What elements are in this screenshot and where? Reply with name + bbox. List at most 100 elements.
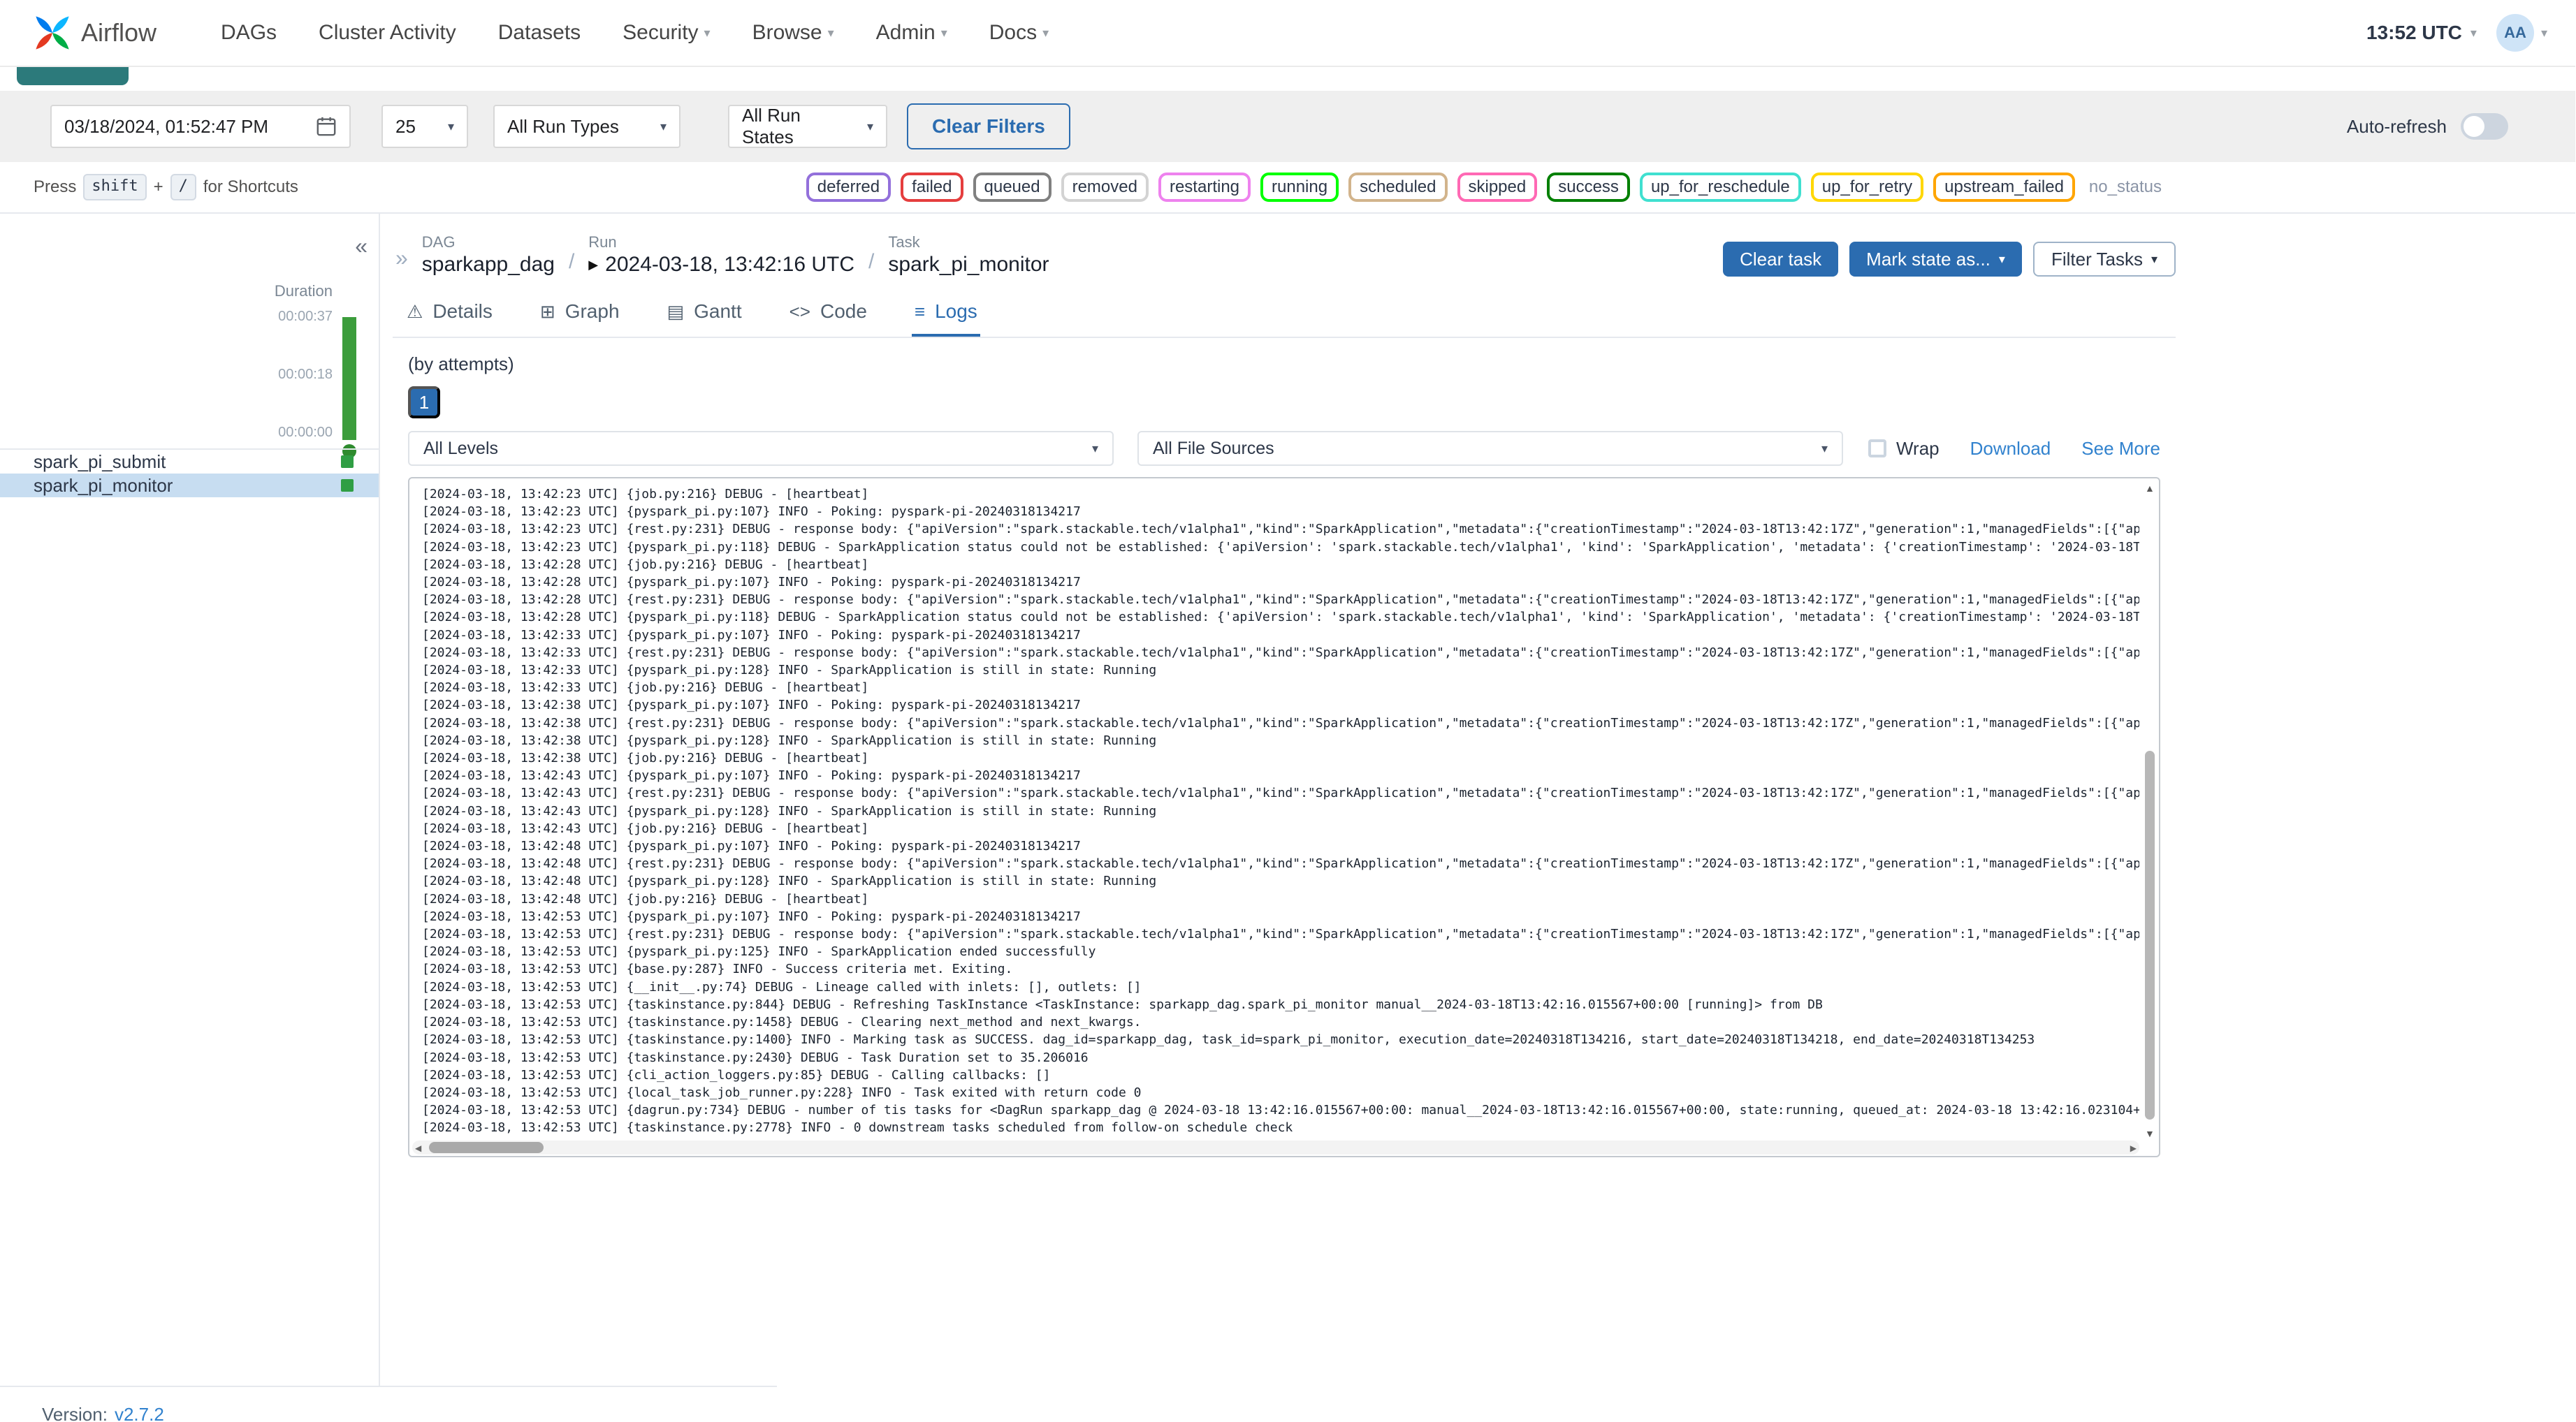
clear-task-button[interactable]: Clear task (1723, 242, 1839, 277)
auto-refresh-toggle[interactable] (2461, 113, 2508, 140)
duration-tick: 00:00:37 (278, 309, 333, 324)
nav-item-dags[interactable]: DAGs ▾ (221, 21, 277, 45)
download-link[interactable]: Download (1970, 438, 2051, 460)
grid-side-panel: « Duration 00:00:37 00:00:18 00:00:00 spar… (0, 214, 380, 1386)
run-name: 2024-03-18, 13:42:16 UTC (605, 253, 855, 276)
tab-graph[interactable]: ⊞ Graph (537, 295, 623, 337)
log-line: [2024-03-18, 13:42:28 UTC] {job.py:216} … (422, 557, 869, 572)
main-menu: DAGs ▾ Cluster Activity ▾ Datasets ▾ Sec… (221, 21, 1049, 45)
log-line: [2024-03-18, 13:42:43 UTC] {pyspark_pi.p… (422, 768, 1081, 784)
duration-label: Duration (274, 282, 333, 300)
brand[interactable]: Airflow (34, 14, 157, 52)
clock-menu[interactable]: 13:52 UTC ▾ (2366, 22, 2477, 44)
duration-axis: 00:00:37 00:00:18 00:00:00 (278, 309, 333, 441)
breadcrumb-dag: DAG sparkapp_dag (422, 233, 555, 277)
brand-name: Airflow (81, 18, 157, 47)
filter-tasks-button[interactable]: Filter Tasks ▾ (2032, 242, 2176, 277)
log-line: [2024-03-18, 13:42:53 UTC] {taskinstance… (422, 1120, 1293, 1136)
shortcuts-hint: Press shift + / for Shortcuts (34, 174, 298, 200)
tab-logs[interactable]: ≡ Logs (911, 295, 980, 337)
dag-pause-toggle-partial[interactable] (17, 67, 129, 85)
plus-text: + (153, 177, 163, 196)
scroll-right-icon[interactable]: ▶ (2130, 1143, 2137, 1153)
vertical-scroll-thumb[interactable] (2145, 751, 2155, 1120)
legend-success[interactable]: success (1547, 173, 1630, 202)
duration-tick: 00:00:00 (278, 425, 333, 440)
log-line: [2024-03-18, 13:42:53 UTC] {taskinstance… (422, 1050, 1089, 1065)
version-label: Version: (42, 1404, 108, 1422)
log-level-select[interactable]: All Levels ▾ (408, 431, 1114, 466)
navbar-right: 13:52 UTC ▾ AA ▾ (2366, 14, 2547, 52)
task-link[interactable]: spark_pi_monitor (888, 253, 1049, 277)
run-link[interactable]: ▶ 2024-03-18, 13:42:16 UTC (588, 253, 854, 277)
legend-upstream_failed[interactable]: upstream_failed (1933, 173, 2075, 202)
breadcrumb: » DAG sparkapp_dag / Run ▶ 2024-03-18, 1… (395, 233, 1049, 277)
legend-queued[interactable]: queued (973, 173, 1051, 202)
task-label: Task (888, 233, 920, 251)
run-states-select[interactable]: All Run States ▾ (728, 105, 887, 148)
attempt-1-button[interactable]: 1 (408, 386, 440, 418)
nav-item-docs[interactable]: Docs ▾ (989, 21, 1049, 45)
horizontal-scroll-thumb[interactable] (429, 1142, 544, 1153)
legend-up_for_retry[interactable]: up_for_retry (1810, 173, 1924, 202)
nav-item-browse[interactable]: Browse ▾ (752, 21, 834, 45)
chevron-down-icon: ▾ (866, 119, 873, 133)
collapse-panel-icon[interactable]: « (355, 233, 368, 259)
wrap-checkbox[interactable] (1868, 439, 1886, 457)
legend-removed[interactable]: removed (1061, 173, 1149, 202)
tab-code[interactable]: <> Code (787, 295, 870, 337)
log-line: [2024-03-18, 13:42:53 UTC] {dagrun.py:73… (422, 1103, 2139, 1118)
legend-restarting[interactable]: restarting (1158, 173, 1251, 202)
legend-up_for_reschedule[interactable]: up_for_reschedule (1639, 173, 1801, 202)
task-instance-square[interactable] (341, 479, 354, 492)
legend-running[interactable]: running (1260, 173, 1339, 202)
page-size-select[interactable]: 25 ▾ (381, 105, 468, 148)
scroll-up-icon[interactable]: ▲ (2145, 483, 2155, 494)
auto-refresh-label: Auto-refresh (2346, 115, 2447, 137)
user-menu[interactable]: AA ▾ (2496, 14, 2547, 52)
nav-item-security[interactable]: Security ▾ (623, 21, 710, 45)
run-types-select[interactable]: All Run Types ▾ (493, 105, 681, 148)
chevron-down-icon: ▾ (2540, 25, 2547, 40)
see-more-link[interactable]: See More (2081, 438, 2160, 460)
version-link[interactable]: v2.7.2 (115, 1404, 164, 1422)
nav-item-datasets[interactable]: Datasets ▾ (498, 21, 581, 45)
legend-scheduled[interactable]: scheduled (1348, 173, 1448, 202)
task-instance-square[interactable] (341, 455, 354, 468)
tab-gantt[interactable]: ▤ Gantt (664, 295, 745, 337)
gantt-icon: ▤ (667, 300, 685, 322)
horizontal-scrollbar[interactable]: ◀ ▶ (412, 1141, 2139, 1155)
nav-item-admin[interactable]: Admin ▾ (876, 21, 947, 45)
legend-failed[interactable]: failed (901, 173, 963, 202)
base-date-input[interactable]: 03/18/2024, 01:52:47 PM (50, 105, 351, 148)
file-source-select[interactable]: All File Sources ▾ (1137, 431, 1843, 466)
task-row-spark_pi_submit[interactable]: spark_pi_submit (0, 450, 379, 474)
log-line: [2024-03-18, 13:42:23 UTC] {rest.py:231}… (422, 522, 2139, 537)
shortcuts-suffix: for Shortcuts (203, 177, 298, 196)
log-line: [2024-03-18, 13:42:48 UTC] {pyspark_pi.p… (422, 874, 1157, 889)
legend-no-status[interactable]: no_status (2089, 177, 2162, 197)
scroll-down-icon[interactable]: ▼ (2145, 1128, 2155, 1139)
log-text: [2024-03-18, 13:42:23 UTC] {job.py:216} … (422, 485, 2139, 1139)
task-name: spark_pi_monitor (34, 474, 173, 496)
legend-deferred[interactable]: deferred (806, 173, 892, 202)
clear-filters-button[interactable]: Clear Filters (907, 103, 1070, 149)
mark-state-button[interactable]: Mark state as... ▾ (1849, 242, 2022, 277)
clock-value: 13:52 UTC (2366, 22, 2462, 43)
airflow-logo-icon (36, 16, 69, 50)
toggle-details-icon[interactable]: » (395, 245, 408, 271)
chevron-down-icon: ▾ (2470, 25, 2477, 40)
wrap-control[interactable]: Wrap (1868, 438, 1940, 460)
details-panel: » DAG sparkapp_dag / Run ▶ 2024-03-18, 1… (393, 214, 2575, 1422)
run-duration-bar[interactable] (342, 317, 356, 440)
tab-details[interactable]: ⚠ Details (404, 295, 495, 337)
log-line: [2024-03-18, 13:42:53 UTC] {taskinstance… (422, 1015, 1142, 1030)
legend-skipped[interactable]: skipped (1457, 173, 1538, 202)
scroll-left-icon[interactable]: ◀ (415, 1143, 421, 1153)
breadcrumb-task: Task spark_pi_monitor (888, 233, 1049, 277)
task-row-spark_pi_monitor[interactable]: spark_pi_monitor (0, 474, 379, 497)
nav-item-cluster-activity[interactable]: Cluster Activity ▾ (319, 21, 456, 45)
vertical-scrollbar[interactable]: ▲ ▼ (2142, 481, 2157, 1139)
dag-link[interactable]: sparkapp_dag (422, 253, 555, 277)
chevron-down-icon: ▾ (660, 119, 667, 133)
